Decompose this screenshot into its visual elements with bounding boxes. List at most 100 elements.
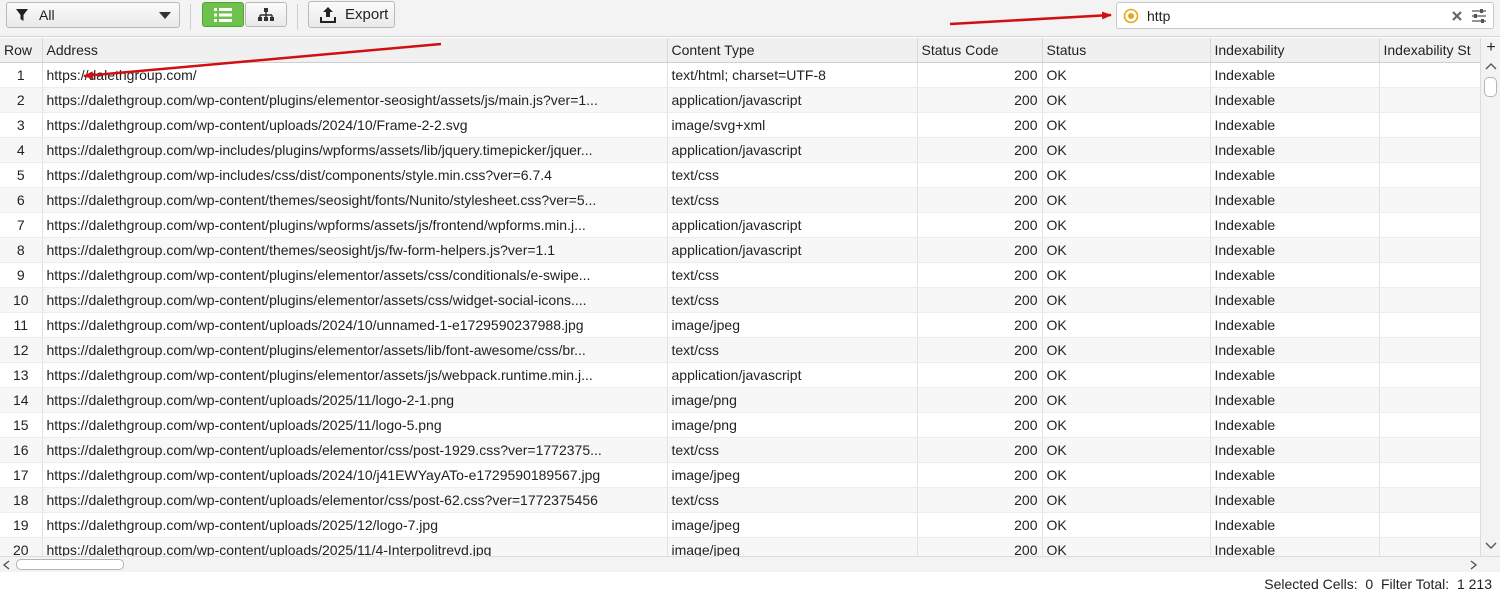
cell-status-code[interactable]: 200 <box>917 62 1043 88</box>
cell-status-code[interactable]: 200 <box>917 387 1043 413</box>
cell-indexability-status[interactable] <box>1379 387 1480 413</box>
cell-status[interactable]: OK <box>1042 512 1211 538</box>
table-row[interactable]: 12 https://dalethgroup.com/wp-content/plu… <box>0 337 1480 363</box>
cell-row[interactable]: 14 <box>0 387 43 413</box>
cell-row[interactable]: 10 <box>0 287 43 313</box>
cell-status-code[interactable]: 200 <box>917 262 1043 288</box>
cell-indexability[interactable]: Indexable <box>1210 237 1380 263</box>
cell-indexability-status[interactable] <box>1379 287 1480 313</box>
cell-indexability-status[interactable] <box>1379 512 1480 538</box>
cell-status-code[interactable]: 200 <box>917 437 1043 463</box>
cell-content-type[interactable]: application/javascript <box>667 137 918 163</box>
horizontal-scroll-thumb[interactable] <box>16 559 124 570</box>
cell-status-code[interactable]: 200 <box>917 512 1043 538</box>
cell-indexability-status[interactable] <box>1379 537 1480 556</box>
cell-address[interactable]: https://dalethgroup.com/wp-content/plugi… <box>42 337 668 363</box>
cell-address[interactable]: https://dalethgroup.com/wp-content/theme… <box>42 237 668 263</box>
cell-indexability[interactable]: Indexable <box>1210 137 1380 163</box>
table-row[interactable]: 18 https://dalethgroup.com/wp-content/upl… <box>0 487 1480 513</box>
cell-indexability-status[interactable] <box>1379 187 1480 213</box>
cell-content-type[interactable]: text/html; charset=UTF-8 <box>667 62 918 88</box>
horizontal-scrollbar[interactable] <box>0 556 1500 572</box>
cell-indexability[interactable]: Indexable <box>1210 62 1380 88</box>
table-row[interactable]: 7 https://dalethgroup.com/wp-content/plug… <box>0 212 1480 238</box>
cell-address[interactable]: https://dalethgroup.com/wp-content/plugi… <box>42 87 668 113</box>
cell-status[interactable]: OK <box>1042 387 1211 413</box>
cell-indexability[interactable]: Indexable <box>1210 212 1380 238</box>
column-header-indexability[interactable]: Indexability <box>1210 38 1380 63</box>
cell-content-type[interactable]: text/css <box>667 262 918 288</box>
cell-row[interactable]: 17 <box>0 462 43 488</box>
cell-address[interactable]: https://dalethgroup.com/wp-content/uploa… <box>42 462 668 488</box>
cell-address[interactable]: https://dalethgroup.com/wp-content/uploa… <box>42 312 668 338</box>
column-header-row[interactable]: Row <box>0 38 43 63</box>
cell-status[interactable]: OK <box>1042 62 1211 88</box>
add-column-icon[interactable]: + <box>1484 39 1498 59</box>
vertical-scroll-thumb[interactable] <box>1484 77 1497 97</box>
clear-icon[interactable] <box>1451 10 1463 22</box>
cell-status-code[interactable]: 200 <box>917 487 1043 513</box>
cell-address[interactable]: https://dalethgroup.com/wp-content/uploa… <box>42 487 668 513</box>
table-row[interactable]: 13 https://dalethgroup.com/wp-content/plu… <box>0 362 1480 388</box>
cell-status[interactable]: OK <box>1042 412 1211 438</box>
cell-indexability[interactable]: Indexable <box>1210 462 1380 488</box>
cell-status[interactable]: OK <box>1042 312 1211 338</box>
scroll-down-icon[interactable] <box>1485 542 1497 550</box>
cell-indexability-status[interactable] <box>1379 212 1480 238</box>
cell-address[interactable]: https://dalethgroup.com/wp-content/uploa… <box>42 512 668 538</box>
cell-status[interactable]: OK <box>1042 462 1211 488</box>
cell-address[interactable]: https://dalethgroup.com/wp-content/theme… <box>42 187 668 213</box>
cell-status-code[interactable]: 200 <box>917 187 1043 213</box>
cell-status[interactable]: OK <box>1042 212 1211 238</box>
cell-indexability-status[interactable] <box>1379 412 1480 438</box>
cell-status-code[interactable]: 200 <box>917 537 1043 556</box>
table-row[interactable]: 10 https://dalethgroup.com/wp-content/plu… <box>0 287 1480 313</box>
cell-row[interactable]: 20 <box>0 537 43 556</box>
cell-address[interactable]: https://dalethgroup.com/wp-includes/plug… <box>42 137 668 163</box>
cell-address[interactable]: https://dalethgroup.com/wp-content/uploa… <box>42 387 668 413</box>
cell-status-code[interactable]: 200 <box>917 237 1043 263</box>
table-row[interactable]: 1 https://dalethgroup.com/text/html; char… <box>0 62 1480 88</box>
cell-indexability-status[interactable] <box>1379 362 1480 388</box>
cell-row[interactable]: 1 <box>0 62 43 88</box>
cell-content-type[interactable]: image/jpeg <box>667 462 918 488</box>
table-row[interactable]: 6 https://dalethgroup.com/wp-content/them… <box>0 187 1480 213</box>
column-header-indexability-status[interactable]: Indexability St <box>1379 38 1480 63</box>
cell-content-type[interactable]: application/javascript <box>667 87 918 113</box>
cell-row[interactable]: 16 <box>0 437 43 463</box>
cell-address[interactable]: https://dalethgroup.com/wp-content/plugi… <box>42 362 668 388</box>
cell-indexability-status[interactable] <box>1379 87 1480 113</box>
cell-row[interactable]: 9 <box>0 262 43 288</box>
scroll-left-icon[interactable] <box>2 560 10 570</box>
cell-status[interactable]: OK <box>1042 537 1211 556</box>
cell-row[interactable]: 11 <box>0 312 43 338</box>
cell-status[interactable]: OK <box>1042 187 1211 213</box>
cell-status[interactable]: OK <box>1042 337 1211 363</box>
cell-status[interactable]: OK <box>1042 87 1211 113</box>
table-row[interactable]: 4 https://dalethgroup.com/wp-includes/plu… <box>0 137 1480 163</box>
table-row[interactable]: 19 https://dalethgroup.com/wp-content/upl… <box>0 512 1480 538</box>
cell-status[interactable]: OK <box>1042 112 1211 138</box>
cell-status-code[interactable]: 200 <box>917 312 1043 338</box>
cell-indexability[interactable]: Indexable <box>1210 412 1380 438</box>
cell-address[interactable]: https://dalethgroup.com/ <box>42 62 668 88</box>
cell-indexability[interactable]: Indexable <box>1210 387 1380 413</box>
scroll-up-icon[interactable] <box>1485 62 1497 70</box>
cell-row[interactable]: 19 <box>0 512 43 538</box>
cell-row[interactable]: 5 <box>0 162 43 188</box>
cell-indexability[interactable]: Indexable <box>1210 487 1380 513</box>
cell-indexability-status[interactable] <box>1379 112 1480 138</box>
column-header-address[interactable]: Address <box>42 38 668 63</box>
cell-status[interactable]: OK <box>1042 162 1211 188</box>
cell-row[interactable]: 4 <box>0 137 43 163</box>
table-row[interactable]: 15 https://dalethgroup.com/wp-content/upl… <box>0 412 1480 438</box>
settings-sliders-icon[interactable] <box>1471 8 1487 23</box>
cell-row[interactable]: 7 <box>0 212 43 238</box>
cell-indexability[interactable]: Indexable <box>1210 187 1380 213</box>
cell-indexability[interactable]: Indexable <box>1210 512 1380 538</box>
cell-content-type[interactable]: image/svg+xml <box>667 112 918 138</box>
cell-content-type[interactable]: image/jpeg <box>667 512 918 538</box>
filter-dropdown[interactable]: All <box>6 2 180 28</box>
cell-address[interactable]: https://dalethgroup.com/wp-content/uploa… <box>42 412 668 438</box>
cell-status[interactable]: OK <box>1042 487 1211 513</box>
